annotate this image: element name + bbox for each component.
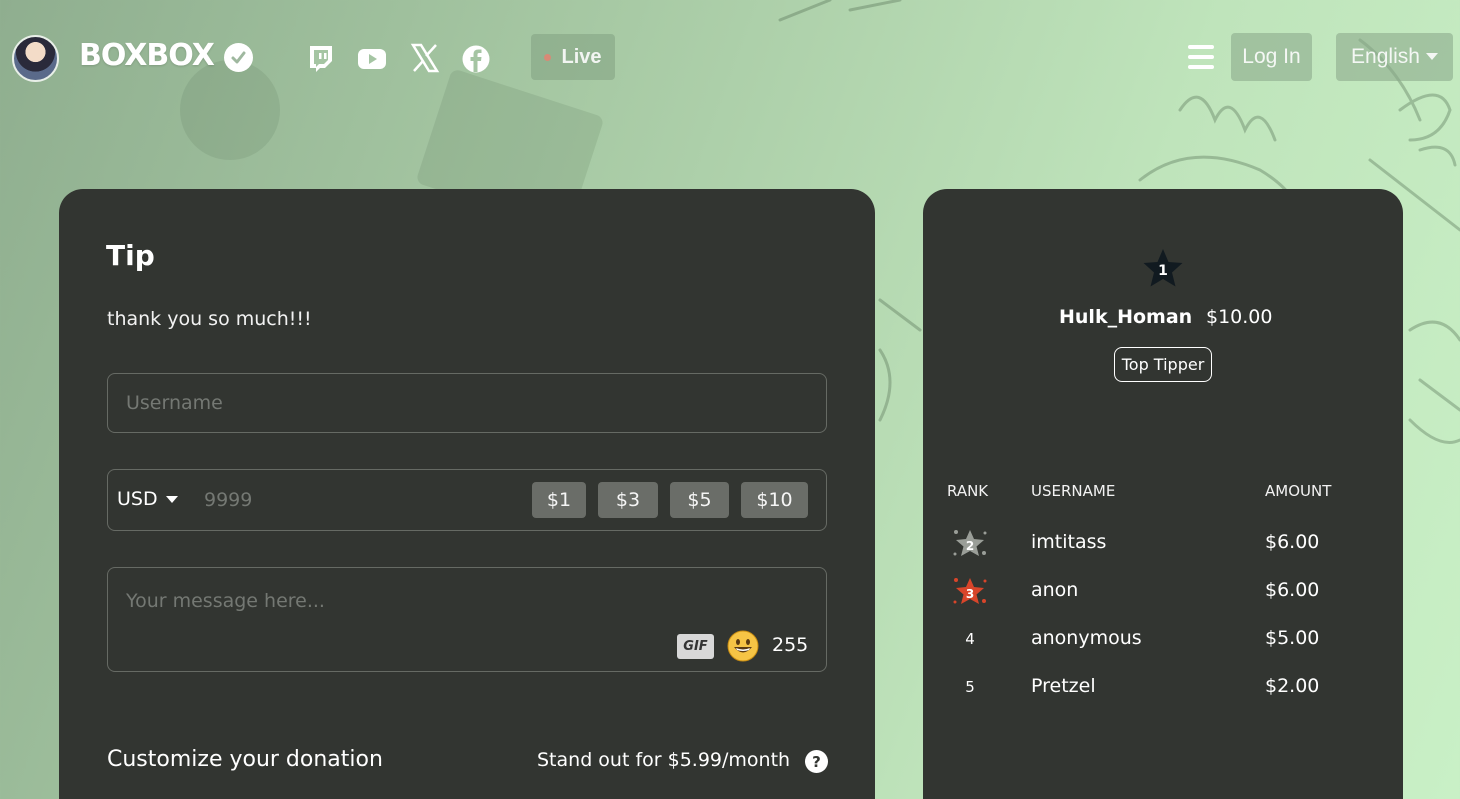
preset-1-button[interactable]: $1 xyxy=(532,482,586,518)
site-header: BOXBOX Live Log In English xyxy=(0,0,1460,115)
language-label: English xyxy=(1351,45,1420,68)
login-button[interactable]: Log In xyxy=(1231,33,1312,81)
live-button[interactable]: Live xyxy=(531,34,615,80)
row-username: anonymous xyxy=(1031,627,1142,649)
brand-name[interactable]: BOXBOX xyxy=(79,38,215,73)
row-username: imtitass xyxy=(1031,531,1107,553)
twitch-icon[interactable] xyxy=(305,43,335,73)
username-field-wrapper xyxy=(107,373,827,433)
row-amount: $2.00 xyxy=(1265,675,1320,697)
preset-5-button[interactable]: $5 xyxy=(670,482,729,518)
emoji-icon[interactable] xyxy=(727,630,759,662)
username-column-header: USERNAME xyxy=(1031,482,1116,500)
rank-1-star-icon: 1 xyxy=(1141,247,1185,291)
x-icon[interactable] xyxy=(410,43,440,73)
top-tipper-amount: $10.00 xyxy=(1206,306,1273,328)
amount-column-header: AMOUNT xyxy=(1265,482,1332,500)
tip-title: Tip xyxy=(106,239,155,272)
verified-icon xyxy=(224,43,253,72)
tip-panel: Tip thank you so much!!! USD $1 $3 $5 $1… xyxy=(59,189,875,799)
gif-button[interactable]: GIF xyxy=(677,634,714,659)
leaderboard-row: 5 Pretzel $2.00 xyxy=(923,667,1403,715)
tip-description: thank you so much!!! xyxy=(107,308,312,330)
preset-10-button[interactable]: $10 xyxy=(741,482,808,518)
rank-3-number: 3 xyxy=(966,587,974,601)
rank-number: 4 xyxy=(965,630,975,648)
rank-2-number: 2 xyxy=(966,539,974,553)
row-amount: $6.00 xyxy=(1265,531,1320,553)
caret-down-icon xyxy=(165,495,178,503)
leaderboard-row: 2 imtitass $6.00 xyxy=(923,523,1403,571)
customize-heading: Customize your donation xyxy=(107,747,383,772)
chevron-down-icon xyxy=(1425,53,1438,60)
facebook-icon[interactable] xyxy=(461,43,491,73)
amount-input[interactable] xyxy=(204,482,504,518)
username-input[interactable] xyxy=(108,374,826,432)
hamburger-menu-icon[interactable] xyxy=(1188,45,1214,69)
row-username: Pretzel xyxy=(1031,675,1096,697)
currency-label: USD xyxy=(117,488,158,510)
row-amount: $6.00 xyxy=(1265,579,1320,601)
streamer-avatar[interactable] xyxy=(12,35,59,82)
character-count: 255 xyxy=(772,634,809,656)
rank-column-header: RANK xyxy=(947,482,989,500)
rank-1-number: 1 xyxy=(1158,263,1168,279)
live-dot-icon xyxy=(544,53,552,61)
live-label: Live xyxy=(561,45,602,68)
leaderboard-row: 4 anonymous $5.00 xyxy=(923,619,1403,667)
youtube-icon[interactable] xyxy=(357,43,387,73)
top-tipper-badge: Top Tipper xyxy=(1114,347,1212,382)
preset-3-button[interactable]: $3 xyxy=(598,482,658,518)
row-amount: $5.00 xyxy=(1265,627,1320,649)
leaderboard-row: 3 anon $6.00 xyxy=(923,571,1403,619)
leaderboard-panel: 1 Hulk_Homan $10.00 Top Tipper RANK USER… xyxy=(923,189,1403,799)
standout-label: Stand out for $5.99/month xyxy=(537,749,791,771)
rank-number: 5 xyxy=(965,678,975,696)
rank-2-star-icon: 2 xyxy=(947,523,993,563)
row-username: anon xyxy=(1031,579,1079,601)
amount-field-wrapper: USD $1 $3 $5 $10 xyxy=(107,469,827,531)
rank-3-star-icon: 3 xyxy=(947,571,993,611)
message-input[interactable] xyxy=(108,568,826,638)
top-tipper-username: Hulk_Homan xyxy=(1059,306,1193,328)
currency-select[interactable]: USD xyxy=(117,488,178,510)
help-icon[interactable]: ? xyxy=(805,750,828,773)
message-field-wrapper: GIF 255 xyxy=(107,567,827,672)
language-select[interactable]: English xyxy=(1336,33,1453,81)
